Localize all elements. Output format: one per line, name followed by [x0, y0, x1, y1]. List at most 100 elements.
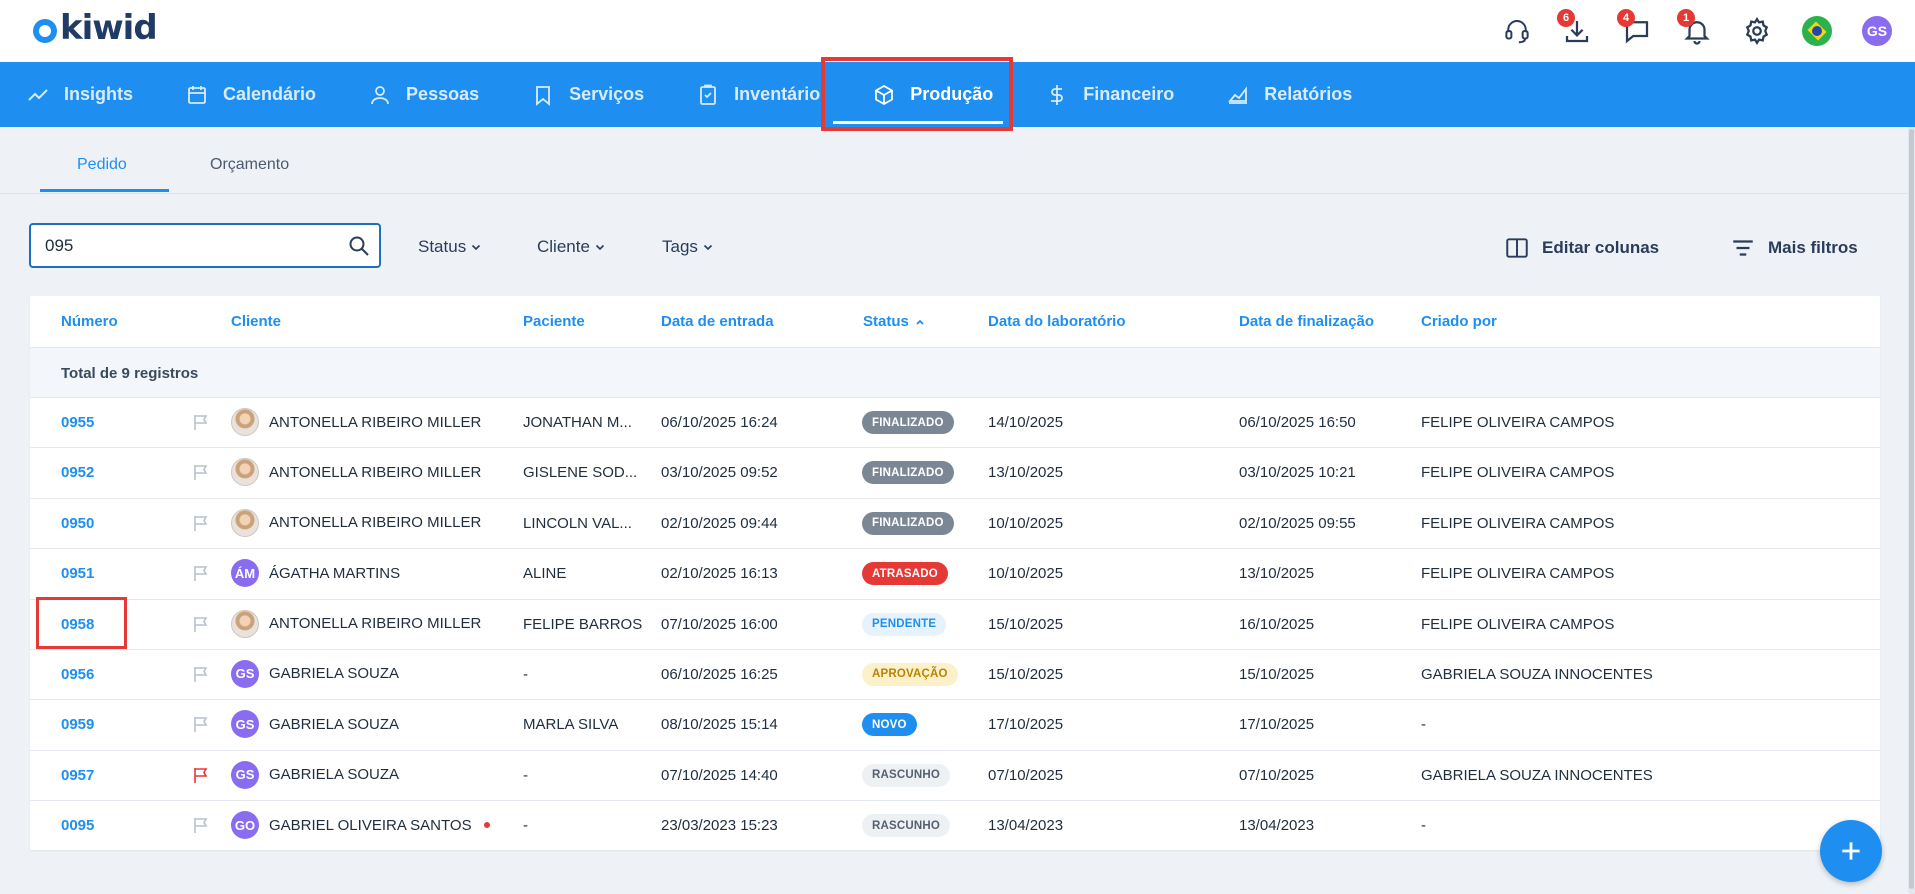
table-body: 0955 ANTONELLA RIBEIRO MILLER JONATHAN M..…	[30, 398, 1880, 852]
cliente-filter[interactable]: Cliente	[537, 237, 606, 257]
order-number-link[interactable]: 0950	[61, 515, 94, 532]
nav-item-servicos[interactable]: Serviços	[531, 62, 668, 127]
order-number-link[interactable]: 0958	[61, 616, 94, 633]
columns-icon	[1506, 238, 1528, 258]
table-row[interactable]: 0950 ANTONELLA RIBEIRO MILLER LINCOLN VAL.…	[30, 499, 1880, 550]
avatar	[231, 458, 259, 487]
search-box[interactable]	[29, 223, 381, 268]
nav-item-calendario[interactable]: Calendário	[185, 62, 340, 127]
order-number-link[interactable]: 0951	[61, 565, 94, 582]
nav-item-inventario[interactable]: Inventário	[696, 62, 844, 127]
user-avatar: GS	[1862, 16, 1892, 46]
nav-item-producao[interactable]: Produção	[872, 62, 1017, 127]
kiwid-logo[interactable]: kiwid	[33, 8, 158, 48]
chat-icon[interactable]: 4	[1617, 9, 1655, 49]
col-paciente[interactable]: Paciente	[523, 313, 585, 330]
chevron-down-icon	[703, 244, 712, 251]
tags-filter-label: Tags	[662, 237, 698, 256]
col-data-finalizacao[interactable]: Data de finalização	[1239, 313, 1374, 330]
nav-item-label: Inventário	[734, 84, 821, 104]
more-filters-button[interactable]: Mais filtros	[1730, 235, 1858, 261]
table-row[interactable]: 0956 GS GABRIELA SOUZA - 06/10/2025 16:25 APR…	[30, 650, 1880, 701]
flag-icon[interactable]	[192, 665, 210, 683]
support-headset-icon[interactable]	[1499, 13, 1535, 49]
tags-filter[interactable]: Tags	[662, 237, 714, 257]
nav-item-label: Insights	[64, 84, 134, 104]
order-number-link[interactable]: 0955	[61, 414, 94, 431]
total-row: Total de 9 registros	[30, 348, 1880, 398]
client-cell: GS GABRIELA SOUZA	[231, 659, 399, 688]
order-number-link[interactable]: 0956	[61, 666, 94, 683]
finish-date: 17/10/2025	[1239, 716, 1315, 734]
col-status[interactable]: Status	[863, 313, 925, 330]
language-flag-icon[interactable]	[1799, 13, 1835, 49]
flag-icon[interactable]	[192, 564, 210, 582]
sub-tabs: Pedido Orçamento	[0, 127, 1908, 194]
user-menu[interactable]: GS	[1859, 13, 1895, 49]
filter-lines-icon	[1733, 240, 1753, 256]
finish-date: 02/10/2025 09:55	[1239, 514, 1356, 532]
created-by: FELIPE OLIVEIRA CAMPOS	[1421, 464, 1615, 482]
status-filter-label: Status	[418, 237, 467, 256]
table-row[interactable]: 0951 ÁM ÁGATHA MARTINS ALINE 02/10/2025 16:1…	[30, 549, 1880, 600]
flag-icon[interactable]	[192, 715, 210, 733]
calendar-icon	[188, 85, 206, 104]
order-number-link[interactable]: 0095	[61, 817, 94, 834]
client-cell: GO GABRIEL OLIVEIRA SANTOS	[231, 811, 490, 840]
add-button[interactable]	[1820, 820, 1882, 882]
col-criado-por[interactable]: Criado por	[1421, 313, 1497, 330]
status-badge: RASCUNHO	[862, 814, 951, 838]
nav-item-pessoas[interactable]: Pessoas	[368, 62, 503, 127]
bookmark-icon	[536, 85, 551, 106]
flag-icon[interactable]	[192, 463, 210, 481]
flag-icon[interactable]	[192, 816, 210, 834]
tab-orcamento[interactable]: Orçamento	[210, 156, 289, 174]
flag-icon[interactable]	[192, 413, 210, 431]
nav-item-label: Produção	[910, 84, 994, 104]
table-row[interactable]: 0957 GS GABRIELA SOUZA - 07/10/2025 14:40 RAS…	[30, 751, 1880, 802]
nav-item-financeiro[interactable]: Financeiro	[1045, 62, 1198, 127]
bell-icon[interactable]: 1	[1677, 9, 1715, 49]
flag-icon[interactable]	[192, 514, 210, 532]
table-row[interactable]: 0095 GO GABRIEL OLIVEIRA SANTOS - 23/03/2023…	[30, 801, 1880, 851]
nav-item-relatorios[interactable]: Relatórios	[1226, 62, 1376, 127]
flag-icon[interactable]	[192, 766, 210, 784]
download-icon[interactable]: 6	[1557, 9, 1595, 49]
tab-pedido[interactable]: Pedido	[77, 156, 127, 174]
finish-date: 16/10/2025	[1239, 615, 1315, 633]
created-by: GABRIELA SOUZA INNOCENTES	[1421, 665, 1653, 683]
nav-item-insights[interactable]: Insights	[26, 62, 157, 127]
dollar-icon	[1051, 84, 1064, 105]
table-row[interactable]: 0952 ANTONELLA RIBEIRO MILLER GISLENE SOD.…	[30, 448, 1880, 499]
orders-table: Número Cliente Paciente Data de entrada …	[30, 296, 1880, 850]
lab-date: 10/10/2025	[988, 514, 1064, 532]
logo-text: kiwid	[60, 8, 158, 48]
nav-item-label: Relatórios	[1264, 84, 1353, 104]
client-cell: ÁM ÁGATHA MARTINS	[231, 559, 400, 588]
client-cell: ANTONELLA RIBEIRO MILLER	[231, 609, 481, 638]
search-icon[interactable]	[347, 234, 371, 258]
col-data-laboratorio[interactable]: Data do laboratório	[988, 313, 1126, 330]
created-by: FELIPE OLIVEIRA CAMPOS	[1421, 414, 1615, 431]
finish-date: 03/10/2025 10:21	[1239, 464, 1356, 482]
flag-icon[interactable]	[192, 615, 210, 633]
col-data-entrada[interactable]: Data de entrada	[661, 313, 774, 330]
col-numero[interactable]: Número	[61, 313, 118, 330]
gear-icon[interactable]	[1739, 13, 1775, 49]
finish-date: 13/04/2023	[1239, 817, 1315, 835]
order-number-link[interactable]: 0952	[61, 464, 94, 481]
table-row[interactable]: 0959 GS GABRIELA SOUZA MARLA SILVA 08/10/202…	[30, 700, 1880, 751]
col-cliente[interactable]: Cliente	[231, 313, 281, 330]
client-cell: GS GABRIELA SOUZA	[231, 760, 399, 789]
edit-columns-button[interactable]: Editar colunas	[1504, 235, 1659, 261]
order-number-link[interactable]: 0957	[61, 767, 94, 784]
table-row[interactable]: 0958 ANTONELLA RIBEIRO MILLER FELIPE BARRO…	[30, 600, 1880, 650]
patient-name: ALINE	[523, 565, 567, 583]
table-row[interactable]: 0955 ANTONELLA RIBEIRO MILLER JONATHAN M..…	[30, 398, 1880, 449]
order-number-link[interactable]: 0959	[61, 716, 94, 733]
scrollbar-thumb[interactable]	[1909, 129, 1914, 889]
search-input[interactable]	[45, 236, 325, 256]
status-filter[interactable]: Status	[418, 237, 482, 257]
chart-line-icon	[28, 88, 48, 101]
created-by: FELIPE OLIVEIRA CAMPOS	[1421, 514, 1615, 532]
